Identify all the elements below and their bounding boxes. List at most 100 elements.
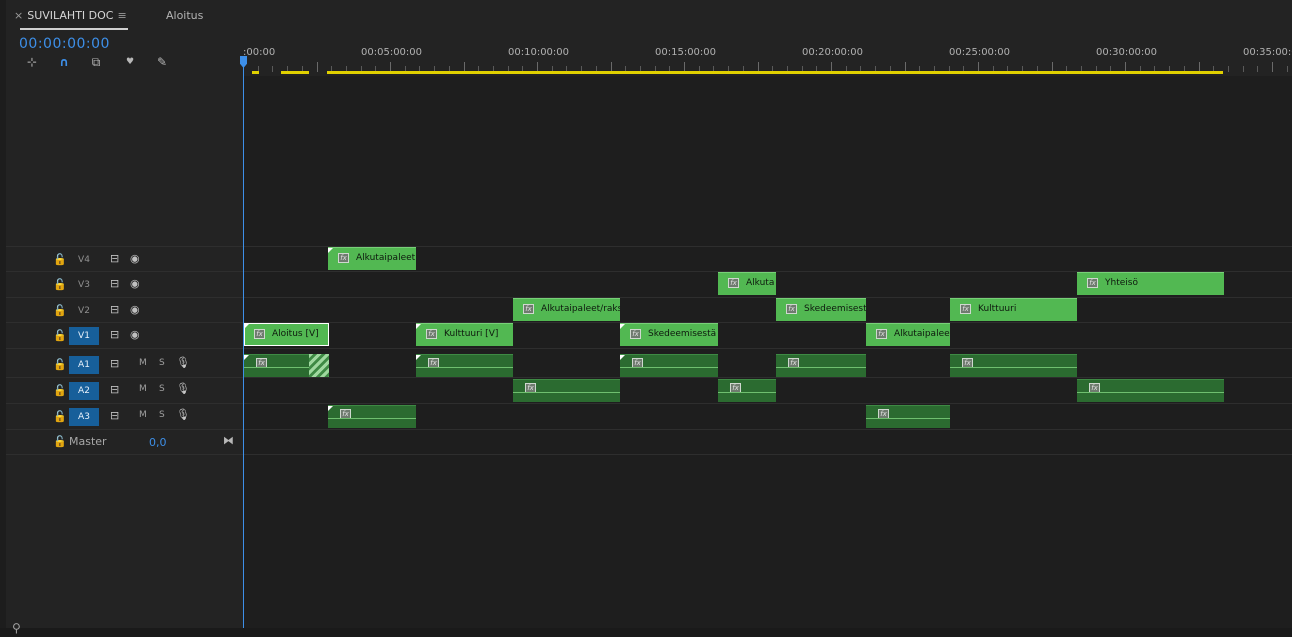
lock-icon[interactable]: 🔓 [53, 304, 67, 317]
clip-corner-marker [620, 324, 625, 329]
eye-icon[interactable]: ◉ [130, 277, 140, 290]
track-header-a3[interactable]: 🔓 A3 ⊟ M S 🎙 [6, 404, 243, 430]
playhead-line[interactable] [243, 66, 244, 628]
fx-badge-icon: fx [523, 304, 534, 314]
insert-sequence-icon[interactable]: ⊹ [24, 54, 40, 70]
lock-icon[interactable]: 🔓 [53, 329, 67, 342]
tab-aloitus[interactable]: Aloitus [166, 9, 203, 22]
eye-icon[interactable]: ◉ [130, 252, 140, 265]
track-label[interactable]: V4 [69, 251, 99, 269]
audio-clip[interactable]: fx [950, 354, 1077, 377]
track-separator [6, 454, 1292, 455]
track-header-a1[interactable]: 🔓 A1 ⊟ M S 🎙 [6, 352, 243, 378]
track-label[interactable]: A2 [69, 382, 99, 400]
clip-name: Kulttuuri [V] [444, 329, 499, 339]
audio-clip[interactable]: fx [328, 405, 416, 428]
track-label[interactable]: A3 [69, 408, 99, 426]
playhead-timecode[interactable]: 00:00:00:00 [19, 36, 110, 52]
sync-lock-icon[interactable]: ⊟ [110, 252, 119, 265]
ruler-label: 00:25:00:00 [949, 47, 1011, 58]
panel-tab-bar: × SUVILAHTI DOC ≡ Aloitus [6, 0, 1292, 36]
video-clip[interactable]: fx Skedeemisestä [620, 323, 718, 346]
audio-clip[interactable]: fx [1077, 379, 1224, 402]
add-marker-icon[interactable]: ♥ [122, 54, 138, 70]
track-label[interactable]: V3 [69, 276, 99, 294]
video-clip[interactable]: fx Kulttuuri [950, 298, 1077, 321]
track-header-v1[interactable]: 🔓 V1 ⊟ ◉ [6, 323, 243, 349]
video-clip[interactable]: fx Alkutaipaleet/raks [513, 298, 620, 321]
mic-icon[interactable]: 🎙 [176, 356, 190, 369]
solo-button[interactable]: S [159, 384, 165, 394]
video-clip[interactable]: fx Alkutaipaleet [328, 247, 416, 270]
solo-button[interactable]: S [159, 358, 165, 368]
mute-button[interactable]: M [139, 410, 147, 420]
audio-clip[interactable]: fx [718, 379, 776, 402]
audio-clip[interactable]: fx [620, 354, 718, 377]
fx-badge-icon: fx [338, 253, 349, 263]
audio-waveform [328, 418, 416, 419]
lock-icon[interactable]: 🔓 [53, 384, 67, 397]
lock-icon[interactable]: 🔓 [53, 435, 67, 448]
clip-name: Alkutaipaleet [356, 253, 416, 263]
eye-icon[interactable]: ◉ [130, 328, 140, 341]
clip-name: Kulttuuri [978, 304, 1017, 314]
track-header-a2[interactable]: 🔓 A2 ⊟ M S 🎙 [6, 378, 243, 404]
work-area-bar [327, 71, 1223, 74]
solo-button[interactable]: S [159, 410, 165, 420]
audio-clip[interactable]: fx [244, 354, 309, 377]
close-icon[interactable]: × [14, 9, 23, 22]
mute-button[interactable]: M [139, 384, 147, 394]
mic-icon[interactable]: 🎙 [176, 408, 190, 421]
track-header-v3[interactable]: 🔓 V3 ⊟ ◉ [6, 272, 243, 298]
audio-clip[interactable]: fx [776, 354, 866, 377]
audio-clip[interactable]: fx [416, 354, 513, 377]
video-clip[interactable]: fx Aloitus [V] [244, 323, 329, 346]
lock-icon[interactable]: 🔓 [53, 410, 67, 423]
track-area[interactable] [244, 76, 1292, 628]
clip-name: Alkutaipaleet/raks [541, 304, 620, 314]
track-header-v4[interactable]: 🔓 V4 ⊟ ◉ [6, 247, 243, 273]
lock-icon[interactable]: 🔓 [53, 253, 67, 266]
wrench-icon[interactable]: ✎ [154, 54, 170, 70]
audio-transition[interactable] [309, 354, 329, 377]
track-header-v2[interactable]: 🔓 V2 ⊟ ◉ [6, 298, 243, 324]
ruler-tick [317, 62, 318, 72]
fx-badge-icon: fx [254, 329, 265, 339]
master-label: Master [69, 435, 107, 448]
track-label[interactable]: A1 [69, 356, 99, 374]
snap-icon[interactable]: ∩ [56, 54, 72, 70]
audio-clip[interactable]: fx [866, 405, 950, 428]
video-clip[interactable]: fx Skedeemisest [776, 298, 866, 321]
expand-tracks-icon[interactable]: ⧓ [223, 434, 234, 447]
video-clip[interactable]: fx Kulttuuri [V] [416, 323, 513, 346]
lock-icon[interactable]: 🔓 [53, 278, 67, 291]
sync-lock-icon[interactable]: ⊟ [110, 383, 119, 396]
sync-lock-icon[interactable]: ⊟ [110, 303, 119, 316]
track-label[interactable]: V2 [69, 302, 99, 320]
audio-waveform [950, 367, 1077, 368]
eye-icon[interactable]: ◉ [130, 303, 140, 316]
sync-lock-icon[interactable]: ⊟ [110, 328, 119, 341]
audio-clip[interactable]: fx [513, 379, 620, 402]
lock-icon[interactable]: 🔓 [53, 358, 67, 371]
sync-lock-icon[interactable]: ⊟ [110, 357, 119, 370]
sync-lock-icon[interactable]: ⊟ [110, 277, 119, 290]
clip-corner-marker [328, 406, 333, 411]
video-clip[interactable]: fx Yhteisö [1077, 272, 1224, 295]
clip-corner-marker [416, 324, 421, 329]
zoom-icon[interactable]: ⚲ [12, 621, 21, 635]
ruler-label: 00:20:00:00 [802, 47, 864, 58]
video-clip[interactable]: fx Alkuta [718, 272, 776, 295]
tab-sequence[interactable]: × SUVILAHTI DOC ≡ [14, 9, 127, 22]
mic-icon[interactable]: 🎙 [176, 382, 190, 395]
panel-menu-icon[interactable]: ≡ [117, 9, 126, 22]
ruler-label: 00:05:00:00 [361, 47, 423, 58]
sync-lock-icon[interactable]: ⊟ [110, 409, 119, 422]
audio-waveform [620, 367, 718, 368]
master-volume-value[interactable]: 0,0 [149, 436, 167, 449]
linked-selection-icon[interactable]: ⧉ [88, 54, 104, 70]
video-clip[interactable]: fx Alkutaipalee [866, 323, 950, 346]
track-label[interactable]: V1 [69, 327, 99, 345]
bottom-scrollbar[interactable] [0, 628, 1292, 637]
mute-button[interactable]: M [139, 358, 147, 368]
